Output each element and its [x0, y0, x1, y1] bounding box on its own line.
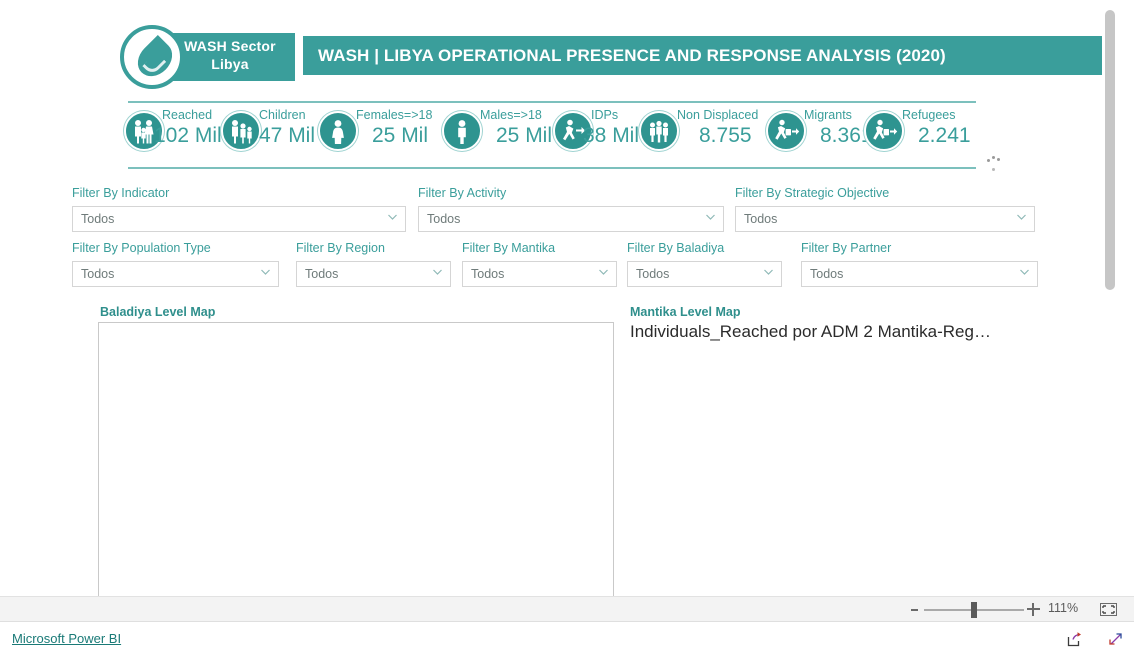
- chevron-down-icon[interactable]: [762, 265, 775, 283]
- filter-label: Filter By Mantika: [462, 241, 556, 255]
- chevron-down-icon[interactable]: [1015, 210, 1028, 228]
- filter-by-indicator-dropdown[interactable]: Todos: [72, 206, 406, 232]
- kpi-label: Children: [259, 108, 306, 122]
- filter-label: Filter By Strategic Objective: [735, 186, 890, 200]
- fit-to-page-icon[interactable]: [1100, 603, 1117, 616]
- zoom-out-button[interactable]: [911, 609, 918, 611]
- kpi-label: Reached: [162, 108, 213, 122]
- filter-by-strategic-objective-dropdown[interactable]: Todos: [735, 206, 1035, 232]
- report-title-banner: WASH | LIBYA OPERATIONAL PRESENCE AND RE…: [303, 36, 1108, 75]
- migrant-icon: [766, 111, 806, 151]
- filter-selected-value: Todos: [81, 267, 115, 281]
- logo-text: WASH Sector Libya: [170, 37, 290, 73]
- kpi-label: Refugees: [902, 108, 956, 122]
- wash-sector-logo: WASH Sector Libya: [120, 25, 295, 89]
- scrollbar-thumb[interactable]: [1105, 10, 1115, 290]
- filter-label: Filter By Region: [296, 241, 385, 255]
- chevron-down-icon[interactable]: [386, 210, 399, 228]
- male-icon: [442, 111, 482, 151]
- filter-label: Filter By Partner: [801, 241, 892, 255]
- power-bi-link[interactable]: Microsoft Power BI: [12, 631, 121, 646]
- zoom-in-button[interactable]: [1027, 603, 1040, 616]
- female-icon: [318, 111, 358, 151]
- non-displaced-icon: [639, 111, 679, 151]
- kpi-label: Females=>18: [356, 108, 433, 122]
- chevron-down-icon[interactable]: [704, 210, 717, 228]
- logo-line1: WASH Sector: [184, 38, 276, 54]
- share-icon[interactable]: [1066, 631, 1083, 648]
- filter-selected-value: Todos: [810, 267, 844, 281]
- filter-by-strategic-objective: Filter By Strategic Objective Todos: [735, 186, 1035, 232]
- kpi-value: 47 Mil: [259, 124, 316, 147]
- report-vertical-scrollbar[interactable]: [1102, 0, 1118, 596]
- filter-by-mantika: Filter By Mantika Todos: [462, 241, 617, 287]
- zoom-percent-label: 111%: [1048, 601, 1079, 615]
- kpi-value: 25 Mil: [496, 124, 553, 147]
- kpi-strip: Reached 102 Mil Children 47 Mil Females=>18 2…: [124, 108, 980, 162]
- kpi-label: Males=>18: [480, 108, 542, 122]
- filter-label: Filter By Indicator: [72, 186, 170, 200]
- baladiya-map-title: Baladiya Level Map: [100, 305, 216, 319]
- report-footer: Microsoft Power BI: [0, 623, 1134, 655]
- kpi-value: 25 Mil: [372, 124, 429, 147]
- filter-by-region: Filter By Region Todos: [296, 241, 451, 287]
- mantika-level-map[interactable]: [620, 348, 1110, 596]
- kpi-divider-top: [128, 101, 976, 103]
- filter-by-population-type: Filter By Population Type Todos: [72, 241, 279, 287]
- kpi-value: 2.241: [918, 124, 971, 147]
- filter-selected-value: Todos: [81, 212, 115, 226]
- filter-by-partner: Filter By Partner Todos: [801, 241, 1038, 287]
- children-icon: [221, 111, 261, 151]
- filter-by-mantika-dropdown[interactable]: Todos: [462, 261, 617, 287]
- chevron-down-icon[interactable]: [431, 265, 444, 283]
- filter-by-baladiya: Filter By Baladiya Todos: [627, 241, 782, 287]
- kpi-value: 38 Mil: [583, 124, 640, 147]
- filter-selected-value: Todos: [471, 267, 505, 281]
- zoom-slider-thumb[interactable]: [971, 602, 977, 618]
- zoom-toolbar: 111%: [0, 596, 1134, 622]
- baladiya-level-map[interactable]: [98, 322, 614, 596]
- filter-label: Filter By Baladiya: [627, 241, 725, 255]
- kpi-value: 102 Mil: [154, 124, 222, 147]
- chevron-down-icon[interactable]: [259, 265, 272, 283]
- filter-selected-value: Todos: [427, 212, 461, 226]
- kpi-value: 8.755: [699, 124, 752, 147]
- filter-by-activity: Filter By Activity Todos: [418, 186, 724, 232]
- loading-spinner-icon: [986, 156, 1002, 172]
- report-canvas: WASH Sector Libya WASH | LIBYA OPERATION…: [0, 0, 1118, 596]
- fullscreen-icon[interactable]: [1107, 631, 1124, 648]
- filter-by-partner-dropdown[interactable]: Todos: [801, 261, 1038, 287]
- kpi-label: Migrants: [804, 108, 852, 122]
- filter-by-population-type-dropdown[interactable]: Todos: [72, 261, 279, 287]
- logo-line2: Libya: [211, 56, 249, 72]
- filter-by-region-dropdown[interactable]: Todos: [296, 261, 451, 287]
- filter-by-activity-dropdown[interactable]: Todos: [418, 206, 724, 232]
- filter-label: Filter By Activity: [418, 186, 507, 200]
- refugee-icon: [864, 111, 904, 151]
- mantika-map-title: Mantika Level Map: [630, 305, 741, 319]
- filter-by-baladiya-dropdown[interactable]: Todos: [627, 261, 782, 287]
- kpi-divider-bottom: [128, 167, 976, 169]
- kpi-label: IDPs: [591, 108, 619, 122]
- report-viewport: WASH Sector Libya WASH | LIBYA OPERATION…: [0, 0, 1134, 655]
- chevron-down-icon[interactable]: [597, 265, 610, 283]
- kpi-label: Non Displaced: [677, 108, 759, 122]
- filter-selected-value: Todos: [305, 267, 339, 281]
- chevron-down-icon[interactable]: [1018, 265, 1031, 283]
- mantika-map-subtitle: Individuals_Reached por ADM 2 Mantika-Re…: [630, 322, 991, 341]
- filter-selected-value: Todos: [744, 212, 778, 226]
- filter-label: Filter By Population Type: [72, 241, 211, 255]
- filter-by-indicator: Filter By Indicator Todos: [72, 186, 406, 232]
- page-title: WASH | LIBYA OPERATIONAL PRESENCE AND RE…: [318, 45, 946, 65]
- filter-selected-value: Todos: [636, 267, 670, 281]
